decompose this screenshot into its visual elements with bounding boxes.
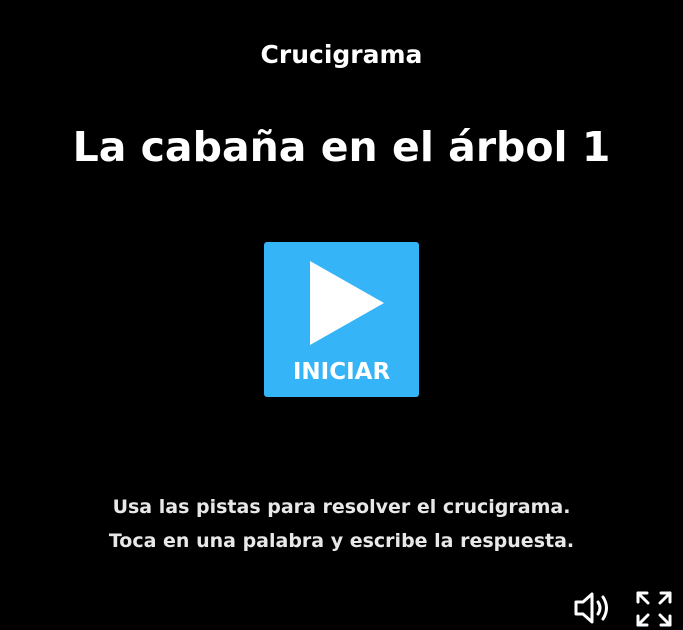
instructions-line-1: Usa las pistas para resolver el crucigra… — [112, 496, 571, 518]
speaker-icon — [574, 592, 608, 624]
sound-toggle-button[interactable] — [573, 591, 613, 625]
activity-type-label: Crucigrama — [260, 40, 423, 69]
start-button-label: INICIAR — [292, 359, 391, 385]
start-button[interactable]: INICIAR — [264, 242, 419, 397]
play-icon — [310, 261, 384, 345]
instructions-line-2: Toca en una palabra y escribe la respues… — [108, 530, 575, 552]
activity-title: La cabaña en el árbol 1 — [72, 123, 611, 171]
fullscreen-icon — [636, 591, 672, 627]
instructions: Usa las pistas para resolver el crucigra… — [0, 490, 683, 558]
fullscreen-button[interactable] — [635, 590, 673, 628]
